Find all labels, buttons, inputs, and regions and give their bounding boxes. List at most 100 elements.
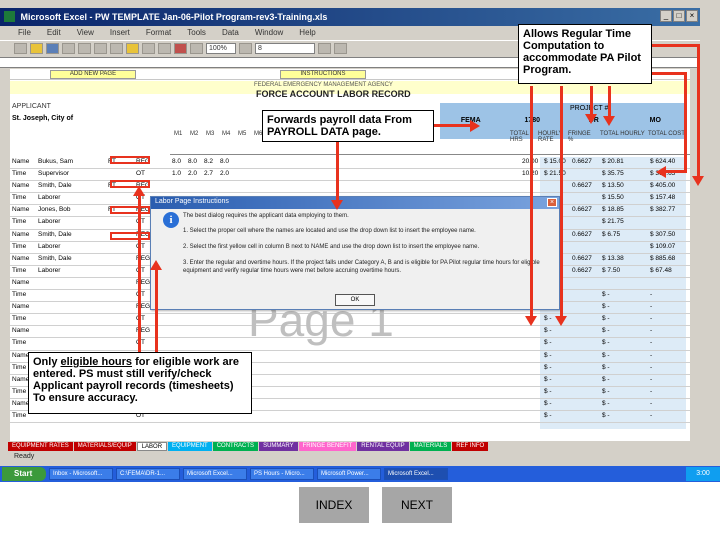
applicant-value[interactable]: St. Joseph, City of xyxy=(12,115,73,122)
cell-rate[interactable]: $ - xyxy=(544,327,552,334)
cell-rate[interactable]: $ - xyxy=(544,352,552,359)
cell-rate[interactable]: $ - xyxy=(544,388,552,395)
paste-icon[interactable] xyxy=(126,43,139,54)
cell-total-hourly[interactable]: $ - xyxy=(602,388,610,395)
cell-total-hourly[interactable]: $ 35.75 xyxy=(602,170,624,177)
cell-type[interactable]: Name xyxy=(12,279,29,286)
redo-icon[interactable] xyxy=(158,43,171,54)
cell-total-cost[interactable]: $ 405.00 xyxy=(650,182,675,189)
cell-fringe[interactable]: 0.6627 xyxy=(572,182,592,189)
cell-type[interactable]: Name xyxy=(12,327,29,334)
cell-total-cost[interactable]: - xyxy=(650,339,652,346)
cell-type[interactable]: Time xyxy=(12,315,26,322)
cell-type[interactable]: Name xyxy=(12,231,29,238)
dialog-close-icon[interactable]: × xyxy=(547,198,557,207)
cell-type[interactable]: Time xyxy=(12,339,26,346)
dialog-ok-button[interactable]: OK xyxy=(335,294,375,306)
cell-total-hourly[interactable]: $ - xyxy=(602,327,610,334)
cell-type[interactable]: Name xyxy=(12,206,29,213)
next-button[interactable]: NEXT xyxy=(382,487,452,523)
cell-total-cost[interactable]: $ 67.48 xyxy=(650,267,672,274)
menu-edit[interactable]: Edit xyxy=(47,28,61,40)
cell-h1[interactable]: 1.0 xyxy=(172,170,181,177)
open-icon[interactable] xyxy=(30,43,43,54)
cell-total-hourly[interactable]: $ - xyxy=(602,364,610,371)
sheet-tab[interactable]: CONTRACTS xyxy=(212,441,259,451)
cell-rate[interactable]: $ - xyxy=(544,400,552,407)
taskbar-task[interactable]: PS Hours - Micro... xyxy=(250,468,314,480)
menu-data[interactable]: Data xyxy=(222,28,239,40)
cell-fringe[interactable]: 0.6627 xyxy=(572,231,592,238)
preview-icon[interactable] xyxy=(78,43,91,54)
cell-total-hourly[interactable]: $ 21.75 xyxy=(602,218,624,225)
cell-total-hourly[interactable]: $ 13.50 xyxy=(602,182,624,189)
taskbar-task[interactable]: Microsoft Excel... xyxy=(384,468,448,480)
taskbar-task[interactable]: Microsoft Excel... xyxy=(183,468,247,480)
taskbar-task[interactable]: Inbox - Microsoft... xyxy=(49,468,113,480)
cell-rate[interactable]: $ - xyxy=(544,364,552,371)
cell-h3[interactable]: 8.2 xyxy=(204,158,213,165)
font-size-select[interactable]: 8 xyxy=(255,43,315,54)
cell-total-hourly[interactable]: $ 6.75 xyxy=(602,231,620,238)
cell-total-cost[interactable]: - xyxy=(650,291,652,298)
sheet-tab[interactable]: EQUIPMENT xyxy=(168,441,212,451)
close-button[interactable]: × xyxy=(686,10,698,22)
cell-total-cost[interactable]: - xyxy=(650,352,652,359)
cell-total-hourly[interactable]: $ - xyxy=(602,339,610,346)
cell-type[interactable]: Time xyxy=(12,364,26,371)
instructions-button[interactable]: INSTRUCTIONS xyxy=(280,70,366,79)
zoom-select[interactable]: 100% xyxy=(206,43,236,54)
new-icon[interactable] xyxy=(14,43,27,54)
cell-name[interactable]: Smith, Dale xyxy=(38,255,72,262)
cell-type[interactable]: Name xyxy=(12,158,29,165)
cell-fringe[interactable]: 0.6627 xyxy=(572,158,592,165)
cell-h3[interactable]: 2.7 xyxy=(204,170,213,177)
cell-fringe[interactable]: 0.6627 xyxy=(572,255,592,262)
cell-h4[interactable]: 8.0 xyxy=(220,158,229,165)
cell-type[interactable]: Time xyxy=(12,218,26,225)
cell-type[interactable]: Time xyxy=(12,267,26,274)
cell-h1[interactable]: 8.0 xyxy=(172,158,181,165)
menu-insert[interactable]: Insert xyxy=(110,28,130,40)
chart-icon[interactable] xyxy=(190,43,203,54)
cut-icon[interactable] xyxy=(94,43,107,54)
cell-total-hourly[interactable]: $ - xyxy=(602,352,610,359)
taskbar-task[interactable]: C:\FEMA\DR-1... xyxy=(116,468,180,480)
cell-total-cost[interactable]: $ 885.68 xyxy=(650,255,675,262)
cell-type[interactable]: Name xyxy=(12,400,29,407)
cell-h2[interactable]: 2.0 xyxy=(188,170,197,177)
cell-type[interactable]: Name xyxy=(12,303,29,310)
cell-type[interactable]: Name xyxy=(12,352,29,359)
cell-type[interactable]: Time xyxy=(12,412,26,419)
cell-type[interactable]: Name xyxy=(12,182,29,189)
cell-name[interactable]: Jones, Bob xyxy=(38,206,71,213)
cell-name[interactable]: Bukus, Sam xyxy=(38,158,73,165)
sheet-tab[interactable]: REF INFO xyxy=(452,441,489,451)
cell-total-cost[interactable]: - xyxy=(650,327,652,334)
copy-icon[interactable] xyxy=(110,43,123,54)
cell-total-cost[interactable]: - xyxy=(650,303,652,310)
cell-total-hourly[interactable]: $ - xyxy=(602,376,610,383)
bold-icon[interactable] xyxy=(318,43,331,54)
sheet-tab[interactable]: SUMMARY xyxy=(259,441,298,451)
cell-total-hourly[interactable]: $ 15.50 xyxy=(602,194,624,201)
cell-total-hourly[interactable]: $ - xyxy=(602,400,610,407)
cell-total-cost[interactable]: - xyxy=(650,315,652,322)
sheet-tab[interactable]: MATERIALS xyxy=(409,441,452,451)
taskbar-task[interactable]: Microsoft Power... xyxy=(317,468,381,480)
cell-total-hourly[interactable]: $ - xyxy=(602,291,610,298)
menu-format[interactable]: Format xyxy=(146,28,171,40)
start-button[interactable]: Start xyxy=(2,467,46,481)
cell-rate[interactable]: $ - xyxy=(544,339,552,346)
cell-total-hourly[interactable]: $ 20.81 xyxy=(602,158,624,165)
minimize-button[interactable]: _ xyxy=(660,10,672,22)
menu-file[interactable]: File xyxy=(18,28,31,40)
help-icon[interactable] xyxy=(239,43,252,54)
cell-type[interactable]: Time xyxy=(12,388,26,395)
cell-type[interactable]: Time xyxy=(12,194,26,201)
cell-total-cost[interactable]: $ 382.77 xyxy=(650,206,675,213)
cell-total-cost[interactable]: $ 109.07 xyxy=(650,243,675,250)
cell-name[interactable]: Supervisor xyxy=(38,170,69,177)
cell-total-cost[interactable]: - xyxy=(650,400,652,407)
sheet-tab[interactable]: RENTAL EQUIP xyxy=(357,441,409,451)
